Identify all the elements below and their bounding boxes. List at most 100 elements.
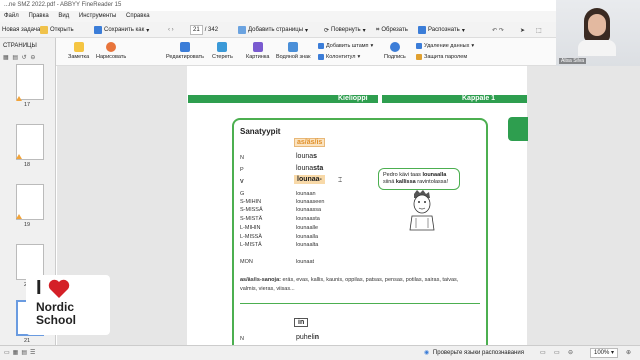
nordic-school-logo: I Nordic School [26,275,110,335]
new-task-button[interactable]: Новая задача [2,25,40,35]
select-tool-icon[interactable]: ⬚ [536,25,542,35]
cursor-tool-icon[interactable]: ➤ [520,25,525,35]
page-thumbnail-17[interactable] [16,64,44,100]
redact-icon [416,43,422,49]
note-icon [73,42,84,52]
watermark-button[interactable]: Водяной знак [276,42,311,60]
chevron-down-icon: ▾ [146,27,150,34]
fit-width-icon[interactable]: ▭ [554,349,560,356]
fit-page-icon[interactable]: ▭ [540,349,546,356]
recognize-icon [418,26,426,34]
sign-button[interactable]: Подпись [384,42,406,60]
add-stamp-button[interactable]: Добавить штамп ▾ [318,43,373,49]
case-label: L-MIHIN [240,225,261,231]
eraser-icon [217,42,228,52]
crop-icon: ⌗ [376,26,380,33]
add-pages-button[interactable]: Добавить страницы ▾ [238,25,308,35]
header-band-right [382,95,527,103]
main-toolbar: Новая задача Открыть Сохранить как ▾ ‹ ›… [0,22,556,38]
page-navigator[interactable]: 21 / 342 [190,25,218,35]
case-label: S-MIHIN [240,199,262,205]
edit-toolbar: Заметка Нарисовать Редактировать Стереть… [0,38,556,66]
page-number-17: 17 [24,102,31,108]
window-title: ...ne SMZ 2022.pdf - ABBYY FineReader 15 [0,0,556,11]
password-protect-button[interactable]: Защита паролем [416,54,467,60]
crop-button[interactable]: ⌗ Обрезать [376,25,408,35]
sidebar-tools[interactable]: ▦ ▤ ↺ ⊖ [3,54,36,61]
status-bar: ▭▦▤☰ ◉ Проверьте языки распознавания ▭ ▭… [0,345,640,360]
band-left-label: Kielioppi [338,95,368,102]
speech-bubble: Pedro kävi taas lounaalla siinä kallissa… [378,168,460,190]
menu-file[interactable]: Файл [0,11,23,21]
check-languages-link[interactable]: ◉ Проверьте языки распознавания [424,349,524,356]
signature-icon [389,42,400,52]
image-icon [252,42,263,52]
box-heading: Sanatyypit [240,127,281,136]
case-label: S-MISSÄ [240,207,263,213]
example-words-cont: valmis, vieras, viisas... [240,286,295,292]
zoom-select[interactable]: 100% ▾ [590,348,619,358]
warning-icon [16,214,22,219]
word-form: puhelin [296,334,319,341]
presenter-name: Alisa Silva [559,58,587,64]
undo-redo[interactable]: ↶ ↷ [492,25,504,35]
type-tag-2: in [294,318,309,327]
word-form: lounaassa [296,207,322,213]
menu-bar: Файл Правка Вид Инструменты Справка [0,11,556,22]
page-number-21: 21 [24,338,31,344]
presenter-body [578,40,616,56]
grammar-box [232,118,488,358]
menu-edit[interactable]: Правка [24,11,52,21]
webcam-overlay: Alisa Silva [556,0,640,66]
page-number-18: 18 [24,162,31,168]
zoom-in-icon[interactable]: ⊕ [626,349,631,356]
sidebar-title: СТРАНИЦЫ [3,43,37,49]
globe-icon: ◉ [424,350,430,356]
word-form: lounaan [296,191,316,197]
word-form: lounasta [296,165,324,172]
case-label: G [240,191,245,197]
word-form: lounaasta [296,216,320,222]
word-form: lounaalle [296,225,319,231]
rotate-icon: ⟳ [324,27,330,34]
word-form: lounaalla [296,234,319,240]
rotate-button[interactable]: ⟳ Повернуть ▾ [324,25,366,35]
open-button[interactable]: Открыть [40,25,74,35]
image-button[interactable]: Картинка [246,42,269,60]
text-cursor-icon: ⌶ [338,177,343,184]
zoom-out-icon[interactable]: ⊖ [568,349,573,356]
view-mode-icons[interactable]: ▭▦▤☰ [4,349,38,356]
heart-icon [48,279,70,298]
word-form: lounas [296,153,318,160]
section-divider [240,303,480,304]
case-label: L-MISSÄ [240,234,263,240]
page-number-input[interactable]: 21 [190,25,203,35]
watermark-icon [288,42,299,52]
erase-button[interactable]: Стереть [212,42,233,60]
case-label: P [240,167,244,173]
draw-button[interactable]: Нарисовать [96,42,126,60]
note-button[interactable]: Заметка [68,42,89,60]
word-form: lounaat [296,259,315,265]
header-footer-button[interactable]: Колонтитул ▾ [318,54,360,60]
nav-arrows[interactable]: ‹ › [168,25,174,35]
presenter-face [588,14,606,36]
save-icon [94,26,102,34]
pencil-icon [180,42,190,52]
warning-icon [16,154,22,159]
edit-button[interactable]: Редактировать [166,42,204,60]
menu-view[interactable]: Вид [54,11,73,21]
side-tab [508,117,528,141]
stamp-icon [318,43,324,49]
type-tag: as/äs/is [294,138,326,147]
save-as-button[interactable]: Сохранить как ▾ [94,25,149,35]
case-label: N [240,155,244,161]
example-words: as/äs/is-sanoja: eräs, evas, kallis, kau… [240,277,459,283]
case-label: L-MISTÄ [240,242,262,248]
menu-tools[interactable]: Инструменты [75,11,120,21]
delete-data-button[interactable]: Удаление данных ▾ [416,43,474,49]
folder-icon [40,26,48,34]
recognize-button[interactable]: Распознать ▾ [418,25,465,35]
sidebar-header: СТРАНИЦЫ [0,40,56,52]
menu-help[interactable]: Справка [122,11,154,21]
